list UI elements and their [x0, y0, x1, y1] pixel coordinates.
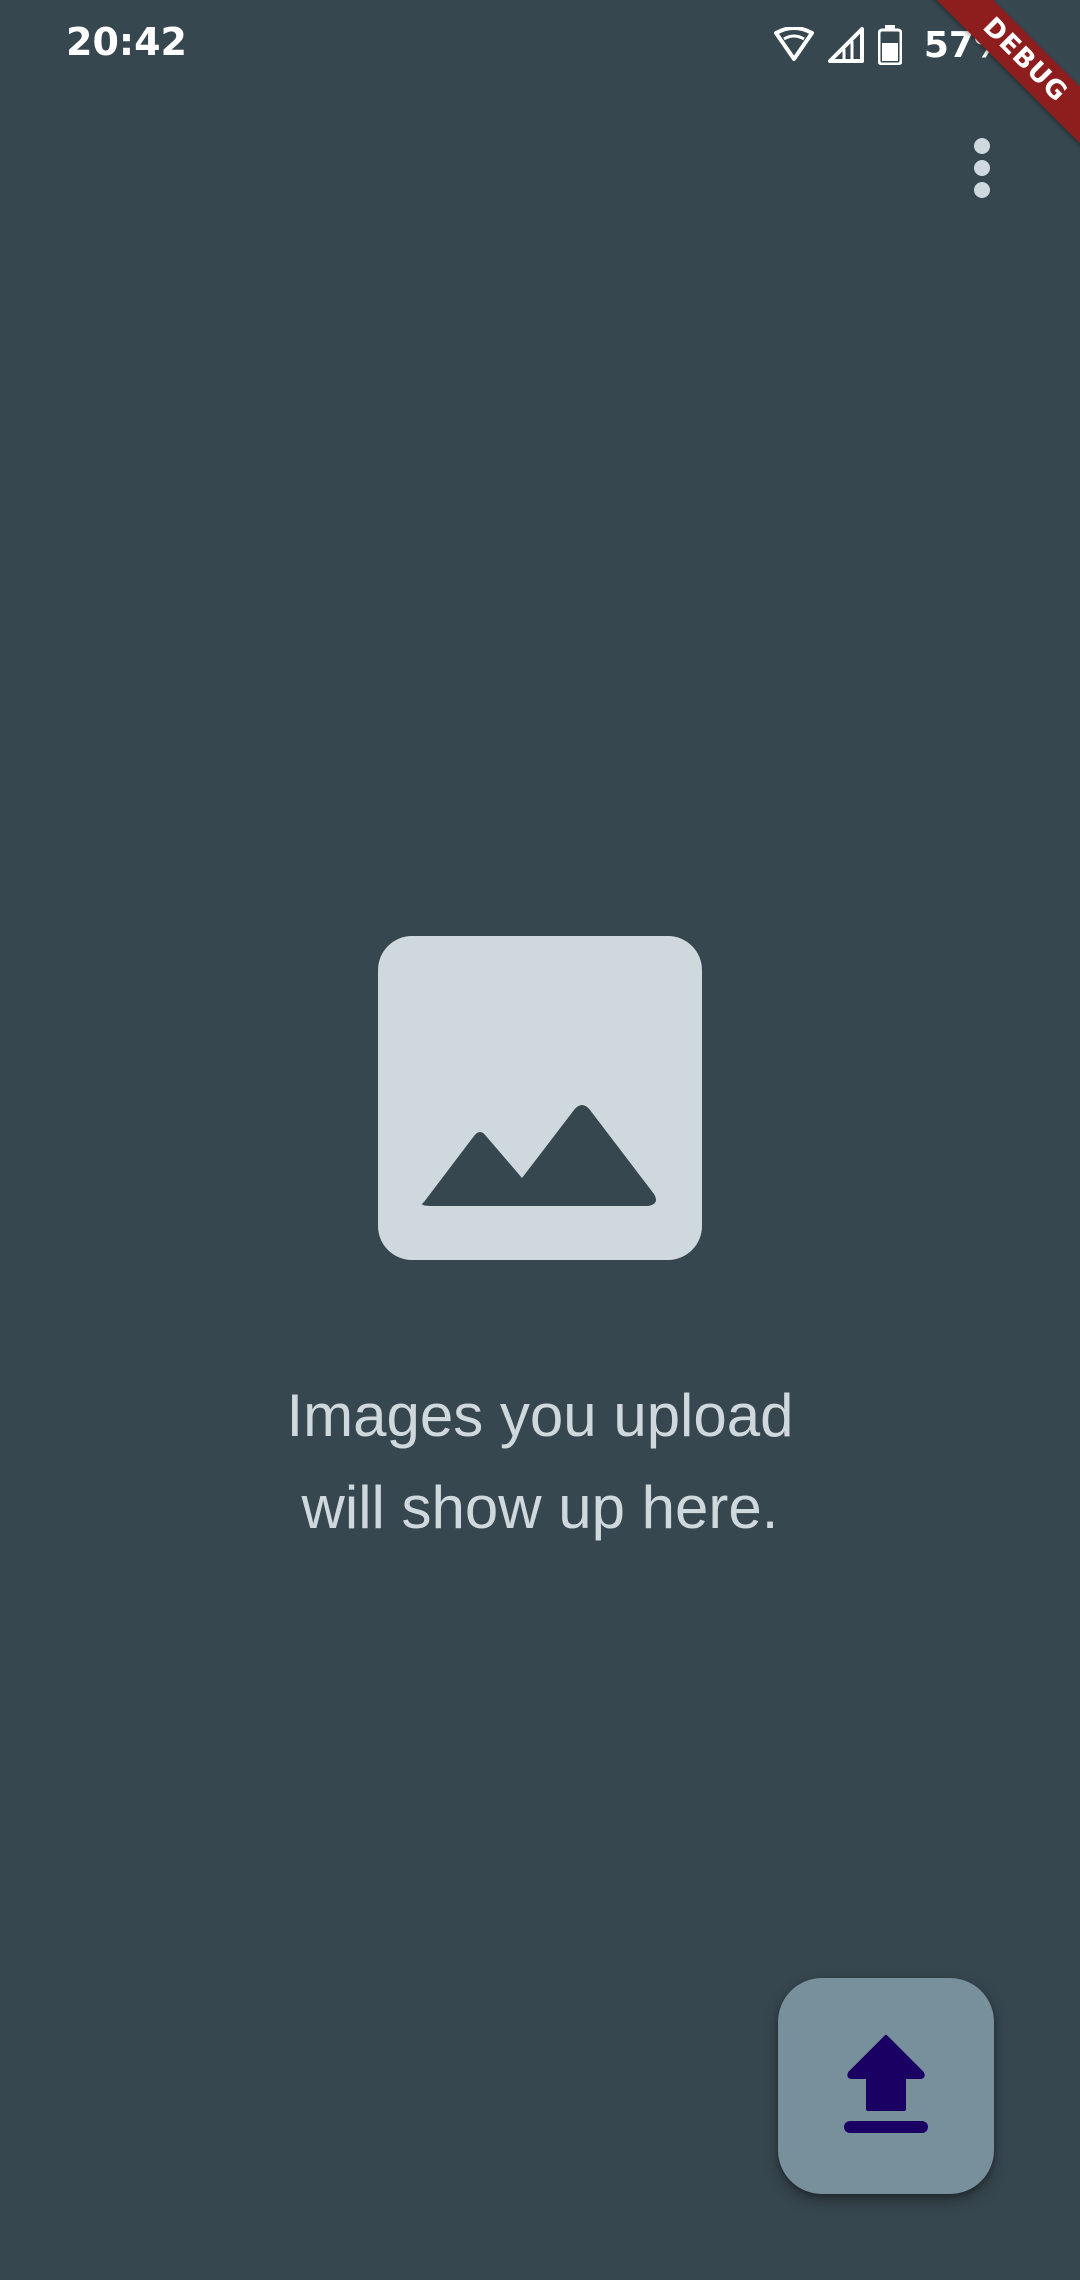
battery-icon [877, 25, 902, 65]
status-time: 20:42 [66, 20, 187, 64]
upload-icon [844, 2033, 928, 2140]
more-options-button[interactable] [952, 128, 1012, 212]
image-placeholder-icon [378, 936, 702, 1260]
upload-button[interactable] [778, 1978, 994, 2194]
battery-percent: 57% [923, 24, 1010, 66]
status-bar: 20:42 57% [0, 0, 1080, 90]
wifi-icon [773, 27, 814, 63]
empty-state-message: Images you upload will show up here. [286, 1382, 794, 1541]
more-vert-icon [972, 137, 992, 204]
status-icons: 57% [773, 22, 1010, 68]
cellular-signal-icon [826, 25, 866, 65]
